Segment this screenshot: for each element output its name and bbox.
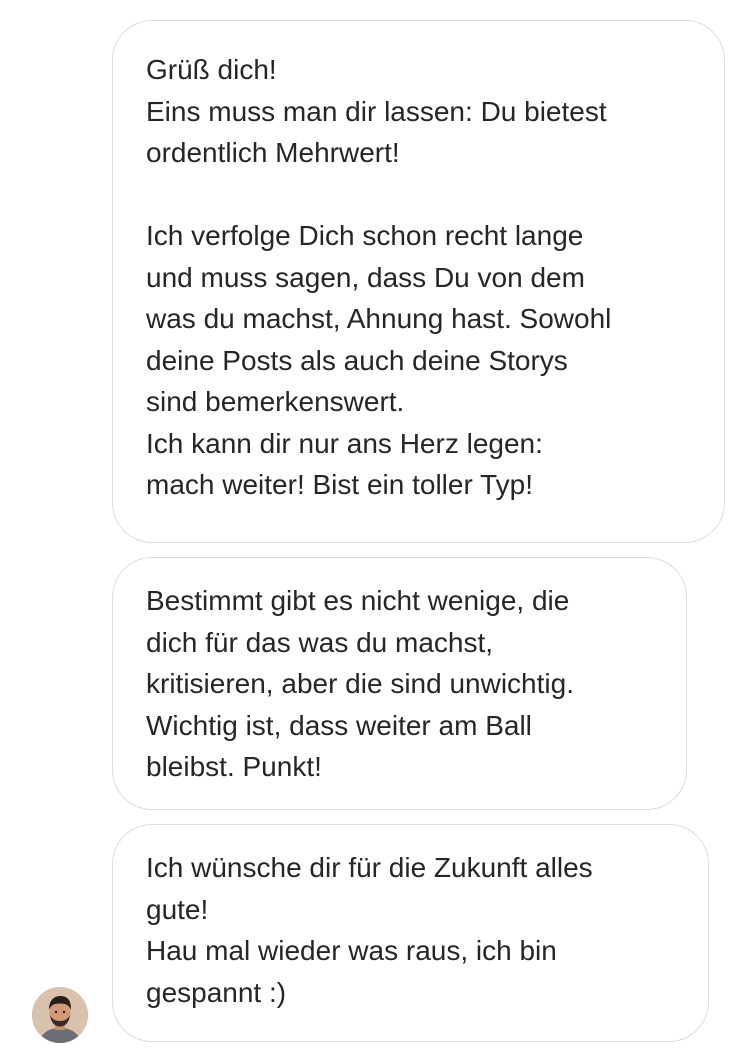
user-avatar-icon: [32, 987, 88, 1043]
message-line: Eins muss man dir lassen: Du bietest: [146, 95, 607, 127]
message-line: mach weiter! Bist ein toller Typ!: [146, 469, 533, 500]
message-line: was du machst, Ahnung hast. Sowohl: [146, 303, 612, 334]
message-line: ordentlich Mehrwert!: [146, 137, 400, 168]
message-line: dich für das was du machst,: [146, 626, 494, 658]
message-line: [146, 174, 694, 216]
message-bubble[interactable]: Ich wünsche dir für die Zukunft alles gu…: [112, 824, 709, 1042]
message-line: deine Posts als auch deine Storys: [146, 344, 568, 376]
message-line: Ich kann dir nur ans Herz legen:: [146, 427, 543, 459]
message-line: Ich wünsche dir für die Zukunft alles: [146, 852, 593, 883]
message-line: Ich verfolge Dich schon recht lange: [146, 220, 584, 251]
message-line: Grüß dich!: [146, 54, 277, 85]
message-line: und muss sagen, dass Du von dem: [146, 261, 585, 293]
message-bubble[interactable]: Grüß dich! Eins muss man dir lassen: Du …: [112, 20, 725, 543]
message-line: kritisieren, aber die sind unwichtig.: [146, 668, 574, 699]
message-line: gespannt :): [146, 976, 287, 1008]
sender-avatar[interactable]: [32, 987, 88, 1043]
message-line: gute!: [146, 893, 209, 925]
message-line: Bestimmt gibt es nicht wenige, die: [146, 585, 570, 616]
message-line: Hau mal wieder was raus, ich bin: [146, 935, 557, 966]
message-line: sind bemerkenswert.: [146, 386, 405, 417]
message-line: bleibst. Punkt!: [146, 751, 322, 782]
message-line: Wichtig ist, dass weiter am Ball: [146, 709, 532, 741]
message-bubble[interactable]: Bestimmt gibt es nicht wenige, die dich …: [112, 557, 687, 810]
